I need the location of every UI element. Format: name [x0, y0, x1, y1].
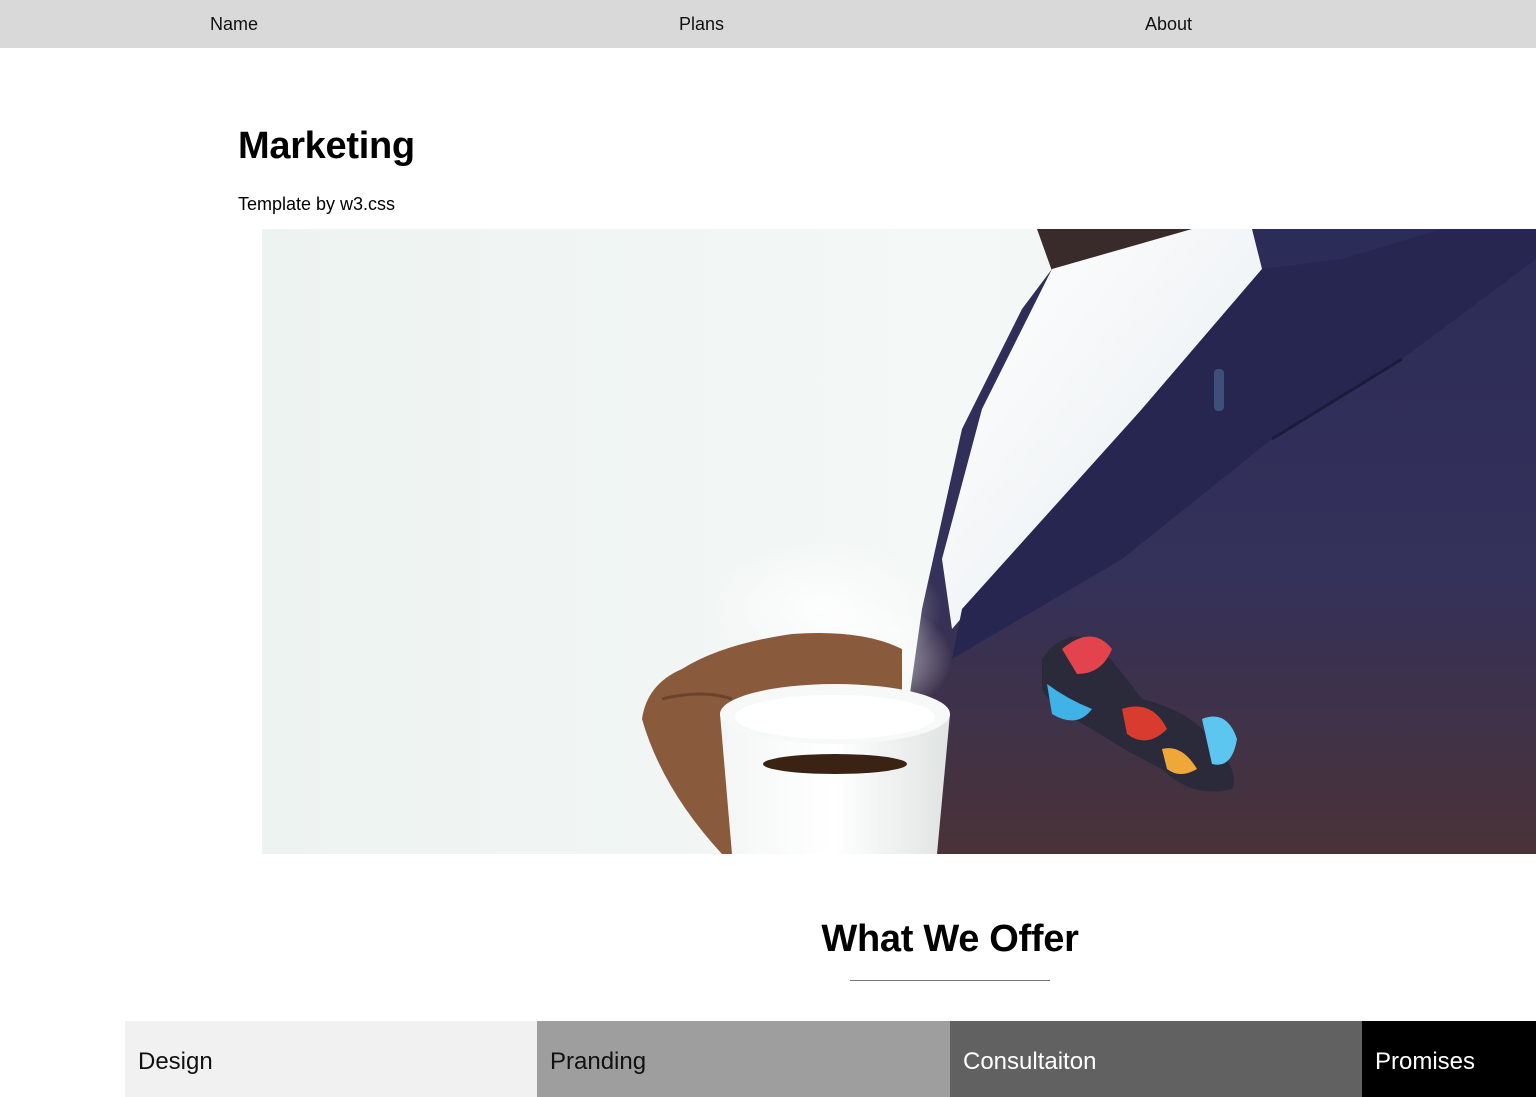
offer-tab-promises[interactable]: Promises	[1362, 1021, 1536, 1097]
top-nav: Name Plans About	[0, 0, 1536, 48]
nav-link-about[interactable]: About	[1145, 0, 1192, 48]
page-subtitle: Template by w3.css	[238, 194, 396, 214]
title-divider	[850, 980, 1050, 981]
offer-tab-pranding[interactable]: Pranding	[537, 1021, 950, 1097]
section-title-what-we-offer: What We Offer	[821, 918, 1079, 960]
offer-tab-consultaiton[interactable]: Consultaiton	[950, 1021, 1362, 1097]
page-title: Marketing	[238, 125, 415, 167]
nav-link-plans[interactable]: Plans	[679, 0, 724, 48]
hero-image	[262, 229, 1536, 854]
nav-link-name[interactable]: Name	[210, 0, 258, 48]
offer-tab-design[interactable]: Design	[125, 1021, 537, 1097]
